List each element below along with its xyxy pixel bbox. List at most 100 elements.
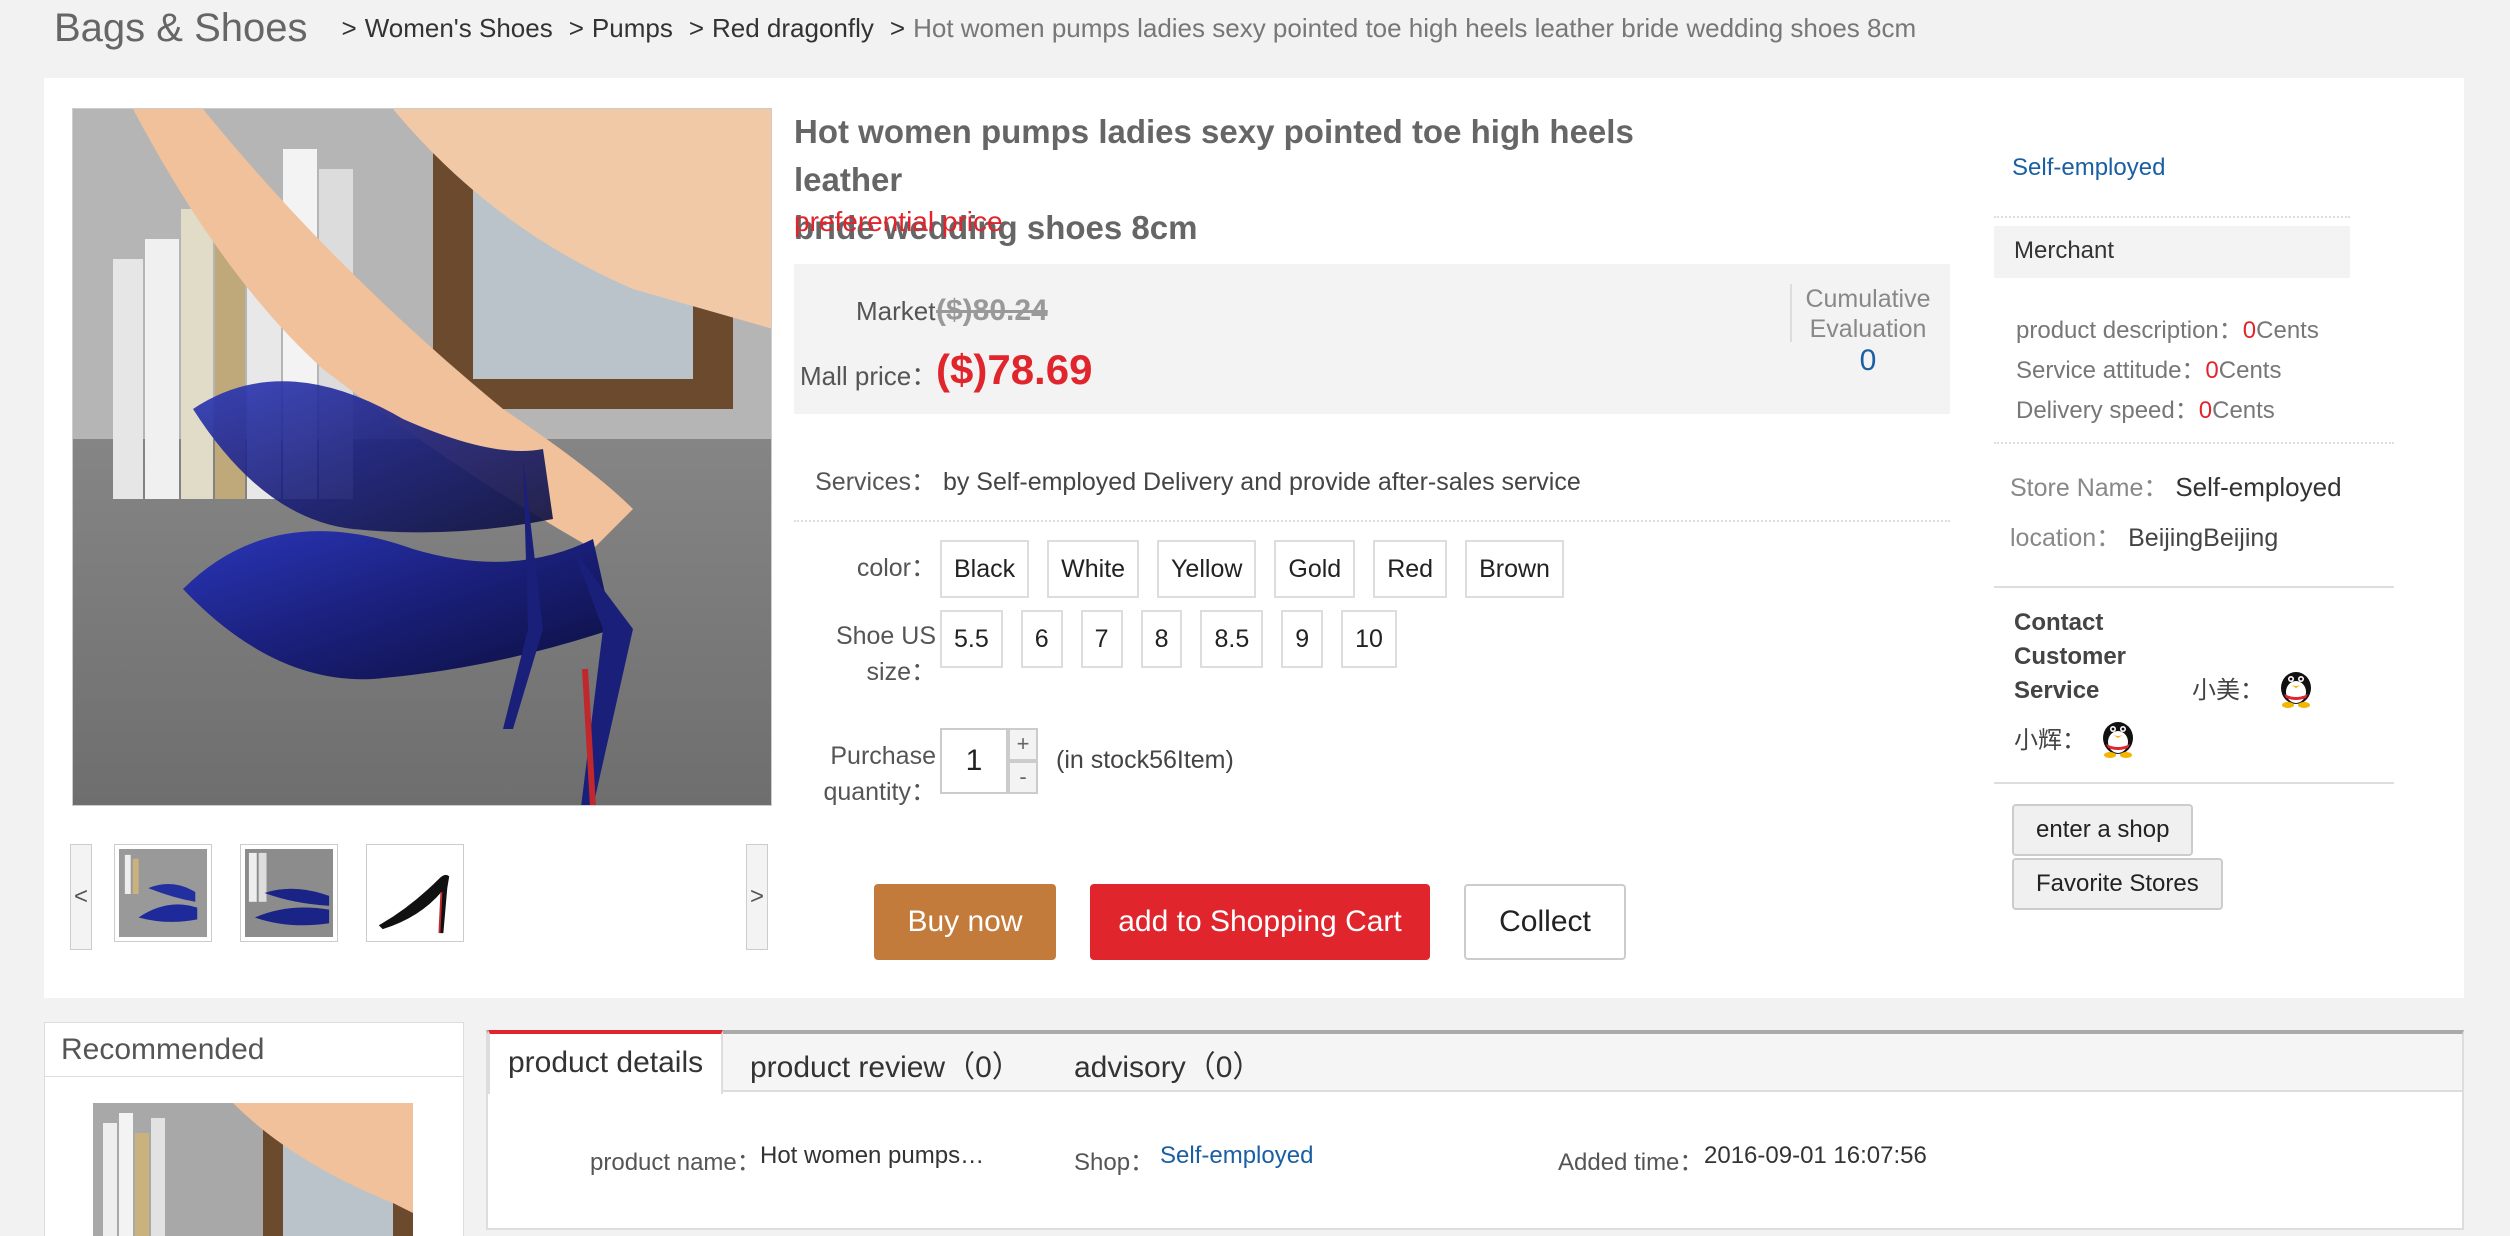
thumb-prev-button[interactable]: < xyxy=(70,844,92,950)
stock-text: (in stock56Item) xyxy=(1056,746,1234,774)
divider xyxy=(1994,586,2394,588)
detail-added-time-label: Added time： xyxy=(1558,1149,1704,1176)
quantity-input[interactable]: 1 xyxy=(940,728,1008,794)
cumulative-label-line1: Cumulative xyxy=(1805,285,1931,313)
qq-chat-icon[interactable] xyxy=(2098,712,2138,758)
cs-agent-1-name: 小美： xyxy=(2192,677,2264,704)
color-option-brown[interactable]: Brown xyxy=(1465,540,1564,598)
store-name-value: Self-employed xyxy=(2175,472,2342,502)
divider xyxy=(1994,216,2350,218)
tab-strip: product details product review（0） adviso… xyxy=(488,1030,2462,1094)
size-option-8-5[interactable]: 8.5 xyxy=(1200,610,1264,668)
services-label: Services： xyxy=(815,468,936,496)
services-row: Services： by Self-employed Delivery and … xyxy=(794,462,1581,498)
score-label: product description： xyxy=(2016,317,2243,344)
qq-chat-icon[interactable] xyxy=(2276,662,2316,708)
recommended-image-illustration xyxy=(93,1103,413,1236)
collect-button[interactable]: Collect xyxy=(1464,884,1626,960)
product-title-line1: Hot women pumps ladies sexy pointed toe … xyxy=(794,113,1634,198)
tab-product-details[interactable]: product details xyxy=(488,1030,724,1094)
size-option-9[interactable]: 9 xyxy=(1281,610,1324,668)
thumbnail-strip: < > xyxy=(70,844,770,950)
breadcrumb-separator: > xyxy=(889,12,906,43)
score-label: Delivery speed： xyxy=(2016,397,2199,424)
recommended-panel: Recommended xyxy=(44,1022,464,1236)
price-box: Market ($)80.24 Mall price： ($)78.69 Cum… xyxy=(794,264,1950,414)
score-unit: Cents xyxy=(2212,397,2275,424)
color-option-white[interactable]: White xyxy=(1047,540,1140,598)
mall-price-label: Mall price： xyxy=(800,361,938,391)
add-to-cart-button[interactable]: add to Shopping Cart xyxy=(1090,884,1430,960)
size-option-6[interactable]: 6 xyxy=(1020,610,1063,668)
contact-line1: Contact xyxy=(2014,609,2104,636)
quantity-decrement-button[interactable]: - xyxy=(1008,761,1038,794)
store-link[interactable]: Self-employed xyxy=(2012,154,2165,182)
score-product-description: product description：0Cents xyxy=(2016,310,2319,345)
score-unit: Cents xyxy=(2256,317,2319,344)
recommended-title: Recommended xyxy=(45,1023,463,1077)
size-option-8[interactable]: 8 xyxy=(1140,610,1183,668)
score-unit: Cents xyxy=(2218,357,2282,384)
score-value: 0 xyxy=(2198,397,2213,424)
detail-product-name-label: product name： xyxy=(590,1149,761,1176)
contact-line3: Service xyxy=(2014,677,2100,704)
location-row: location： BeijingBeijing xyxy=(2010,518,2278,554)
color-option-yellow[interactable]: Yellow xyxy=(1157,540,1257,598)
detail-added-time-value: 2016-09-01 16:07:56 xyxy=(1704,1142,1927,1169)
enter-shop-button[interactable]: enter a shop xyxy=(2012,804,2194,856)
divider xyxy=(794,520,1950,522)
store-name-label: Store Name： xyxy=(2010,474,2169,502)
breadcrumb-separator: > xyxy=(341,12,357,43)
color-option-black[interactable]: Black xyxy=(940,540,1030,598)
thumb-next-button[interactable]: > xyxy=(746,844,768,950)
color-option-gold[interactable]: Gold xyxy=(1274,540,1356,598)
mall-price: ($)78.69 xyxy=(936,346,1093,393)
breadcrumb-item-brand[interactable]: Red dragonfly xyxy=(712,13,874,44)
detail-shop-link[interactable]: Self-employed xyxy=(1160,1142,1313,1170)
score-label: Service attitude： xyxy=(2016,357,2206,384)
product-tabs-panel: product details product review（0） adviso… xyxy=(486,1030,2464,1230)
thumbnail-3[interactable] xyxy=(366,844,464,942)
cumulative-evaluation-label: Cumulative Evaluation xyxy=(1794,284,1942,344)
thumbnail-2[interactable] xyxy=(240,844,338,942)
score-delivery-speed: Delivery speed：0Cents xyxy=(2016,390,2275,425)
store-name-row: Store Name： Self-employed xyxy=(2010,468,2342,504)
breadcrumb-item-pumps[interactable]: Pumps xyxy=(592,13,673,44)
main-product-image xyxy=(72,108,772,806)
market-price: ($)80.24 xyxy=(936,294,1048,327)
tab-product-review[interactable]: product review（0） xyxy=(732,1030,1040,1092)
breadcrumb-current: Hot women pumps ladies sexy pointed toe … xyxy=(913,12,1917,43)
color-options: Black White Yellow Gold Red Brown xyxy=(940,540,1582,598)
thumbnail-2-image xyxy=(245,849,333,937)
location-value: BeijingBeijing xyxy=(2128,524,2279,552)
quantity-increment-button[interactable]: + xyxy=(1008,728,1038,761)
size-label: Shoe US size： xyxy=(794,618,936,690)
contact-line2: Customer xyxy=(2014,643,2127,670)
size-label-line2: size： xyxy=(866,658,936,686)
merchant-label: Merchant xyxy=(1994,226,2350,278)
size-option-7[interactable]: 7 xyxy=(1080,610,1123,668)
thumbnail-1[interactable] xyxy=(114,844,212,942)
quantity-label-line1: Purchase xyxy=(830,742,936,770)
cumulative-evaluation-count[interactable]: 0 xyxy=(1794,344,1942,378)
size-options: 5.5 6 7 8 8.5 9 10 xyxy=(940,610,1415,668)
breadcrumb: Bags & Shoes > Women's Shoes > Pumps > R… xyxy=(54,0,1916,56)
tab-advisory[interactable]: advisory（0） xyxy=(1056,1030,1280,1092)
breadcrumb-separator: > xyxy=(568,12,584,43)
thumbnail-3-image xyxy=(371,849,459,937)
score-service-attitude: Service attitude：0Cents xyxy=(2016,350,2281,385)
breadcrumb-item-womens-shoes[interactable]: Women's Shoes xyxy=(365,13,553,44)
quantity-label: Purchase quantity： xyxy=(794,738,936,810)
promo-label: preferential price xyxy=(794,206,1003,237)
size-label-line1: Shoe US xyxy=(835,622,936,650)
score-value: 0 xyxy=(2205,357,2219,384)
recommended-product-image[interactable] xyxy=(93,1103,413,1236)
breadcrumb-category[interactable]: Bags & Shoes xyxy=(54,6,308,51)
divider xyxy=(1994,442,2394,444)
buy-now-button[interactable]: Buy now xyxy=(874,884,1056,960)
color-option-red[interactable]: Red xyxy=(1373,540,1448,598)
size-option-5-5[interactable]: 5.5 xyxy=(940,610,1003,668)
size-option-10[interactable]: 10 xyxy=(1341,610,1397,668)
favorite-stores-button[interactable]: Favorite Stores xyxy=(2012,858,2223,910)
services-text: by Self-employed Delivery and provide af… xyxy=(942,468,1581,496)
